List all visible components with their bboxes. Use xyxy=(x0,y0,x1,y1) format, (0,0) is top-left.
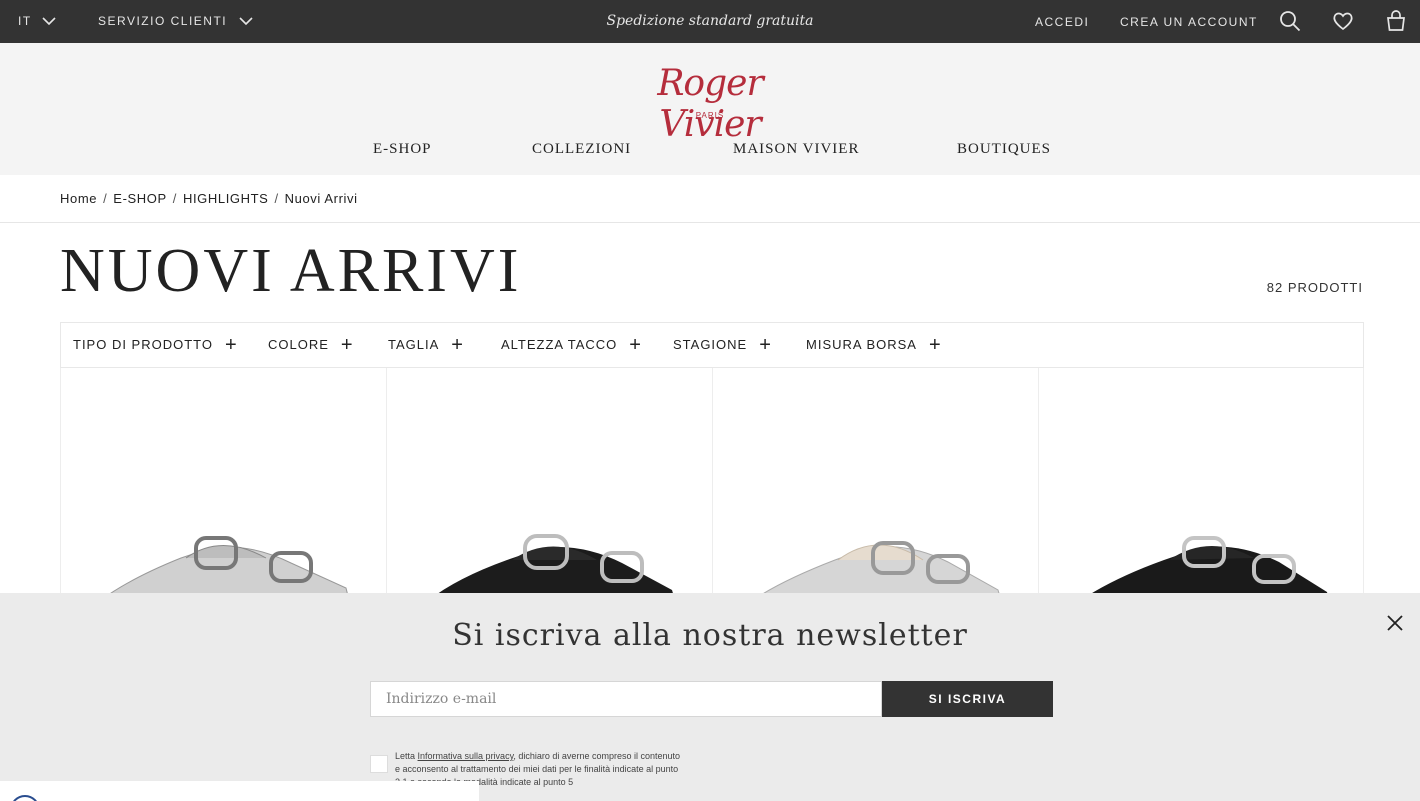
chevron-down-icon xyxy=(239,16,253,25)
nav-item-maison-vivier[interactable]: MAISON VIVIER xyxy=(733,141,859,158)
page-title: NUOVI ARRIVI xyxy=(60,237,522,305)
nav-item-boutiques[interactable]: BOUTIQUES xyxy=(957,141,1051,158)
language-label: IT xyxy=(18,14,32,28)
breadcrumb-home[interactable]: Home xyxy=(60,191,97,206)
shipping-message: Spedizione standard gratuita xyxy=(606,13,814,29)
filter-color[interactable]: COLORE + xyxy=(268,333,354,356)
filter-label: MISURA BORSA xyxy=(806,337,917,352)
plus-icon: + xyxy=(759,333,772,356)
plus-icon: + xyxy=(928,333,942,356)
login-link[interactable]: ACCEDI xyxy=(1035,15,1089,29)
privacy-consent-checkbox[interactable] xyxy=(370,755,388,773)
email-field[interactable] xyxy=(370,681,882,717)
plus-icon: + xyxy=(340,333,354,356)
filter-bar: TIPO DI PRODOTTO + COLORE + TAGLIA + ALTEZZ… xyxy=(60,322,1364,368)
search-icon[interactable] xyxy=(1279,10,1301,32)
language-selector[interactable]: IT xyxy=(18,14,56,28)
filter-heel-height[interactable]: ALTEZZA TACCO + xyxy=(501,333,642,356)
breadcrumb-separator: / xyxy=(274,191,279,206)
heart-icon[interactable] xyxy=(1332,10,1354,32)
breadcrumb-highlights[interactable]: HIGHLIGHTS xyxy=(183,191,268,206)
filter-season[interactable]: STAGIONE + xyxy=(673,333,772,356)
plus-icon: + xyxy=(451,333,464,356)
top-bar: IT SERVIZIO CLIENTI Spedizione standard … xyxy=(0,0,1420,43)
cookie-consent-strip xyxy=(0,781,479,801)
close-icon[interactable] xyxy=(1384,613,1406,635)
brand-logo[interactable]: Roger Vivier PARIS xyxy=(610,63,810,145)
customer-service-label: SERVIZIO CLIENTI xyxy=(98,14,228,28)
create-account-link[interactable]: CREA UN ACCOUNT xyxy=(1120,15,1258,29)
filter-size[interactable]: TAGLIA + xyxy=(388,333,464,356)
newsletter-panel: Si iscriva alla nostra newsletter SI ISC… xyxy=(0,593,1420,801)
cookie-settings-icon[interactable] xyxy=(10,795,40,801)
product-count: 82 PRODOTTI xyxy=(1266,280,1363,295)
plus-icon: + xyxy=(629,333,642,356)
breadcrumb-eshop[interactable]: E-SHOP xyxy=(113,191,166,206)
divider xyxy=(0,222,1420,223)
filter-label: ALTEZZA TACCO xyxy=(501,337,618,352)
filter-label: COLORE xyxy=(268,337,329,352)
privacy-policy-link[interactable]: Informativa sulla privacy xyxy=(418,751,514,761)
newsletter-title: Si iscriva alla nostra newsletter xyxy=(452,618,968,653)
filter-bag-size[interactable]: MISURA BORSA + xyxy=(806,333,942,356)
nav-item-eshop[interactable]: E-SHOP xyxy=(373,141,432,158)
filter-label: STAGIONE xyxy=(673,337,748,352)
plus-icon: + xyxy=(225,333,238,356)
logo-subtext: PARIS xyxy=(695,111,725,120)
breadcrumb-separator: / xyxy=(172,191,177,206)
site-header: Roger Vivier PARIS E-SHOP COLLEZIONI MAI… xyxy=(0,43,1420,175)
subscribe-button[interactable]: SI ISCRIVA xyxy=(882,681,1053,717)
breadcrumb-separator: / xyxy=(103,191,108,206)
filter-label: TIPO DI PRODOTTO xyxy=(73,337,213,352)
nav-item-collezioni[interactable]: COLLEZIONI xyxy=(532,141,631,158)
shopping-bag-icon[interactable] xyxy=(1385,10,1407,32)
logo-wordmark: Roger Vivier xyxy=(657,63,763,145)
chevron-down-icon xyxy=(42,16,56,25)
privacy-prefix: Letta xyxy=(395,751,418,761)
filter-product-type[interactable]: TIPO DI PRODOTTO + xyxy=(73,333,238,356)
customer-service-menu[interactable]: SERVIZIO CLIENTI xyxy=(98,14,253,28)
breadcrumb-current: Nuovi Arrivi xyxy=(284,191,358,206)
breadcrumb: Home / E-SHOP / HIGHLIGHTS / Nuovi Arriv… xyxy=(60,191,358,206)
filter-label: TAGLIA xyxy=(388,337,440,352)
